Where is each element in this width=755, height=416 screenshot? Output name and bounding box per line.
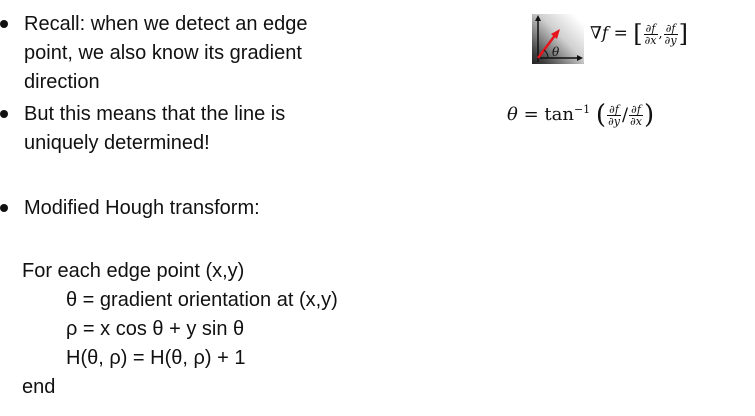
- formula-lhs: ∇f: [590, 23, 609, 44]
- bullet-modified-hough: Modified Hough transform:: [0, 194, 330, 224]
- bullet-line-determined: But this means that the line is uniquely…: [0, 100, 330, 160]
- horizontal-axis-arrowhead: [577, 55, 583, 61]
- formula-exponent: −1: [573, 103, 591, 116]
- pseudocode-end: end: [22, 376, 56, 398]
- bullet-dot: [0, 110, 8, 118]
- fraction-df-dy: ∂f ∂y: [663, 23, 678, 47]
- numerator: ∂f: [663, 23, 678, 35]
- bullet-text: Modified Hough transform:: [24, 197, 260, 219]
- division-slash: /: [621, 104, 629, 126]
- denominator: ∂y: [664, 33, 677, 47]
- numerator: ∂f: [607, 104, 621, 116]
- formula-theta-symbol: θ: [507, 104, 518, 125]
- right-paren: ): [643, 100, 655, 130]
- fraction-df-dy: ∂f ∂y: [607, 104, 621, 127]
- right-bracket: ]: [678, 20, 688, 48]
- bullet-recall: Recall: when we detect an edge point, we…: [0, 10, 330, 100]
- pseudocode-line: H(θ, ρ) = H(θ, ρ) + 1: [66, 347, 246, 369]
- denominator: ∂y: [608, 114, 620, 128]
- bullet-text: But this means that the line is uniquely…: [24, 103, 286, 154]
- gradient-formula: ∇f = [∂f ∂x, ∂f ∂y]: [590, 20, 688, 48]
- vertical-axis-arrowhead: [535, 15, 541, 21]
- formula-func: tan: [544, 104, 574, 125]
- slide: Recall: when we detect an edge point, we…: [0, 0, 755, 416]
- numerator: ∂f: [629, 104, 643, 116]
- bullet-dot: [0, 204, 8, 212]
- bullet-text: Recall: when we detect an edge point, we…: [24, 13, 308, 93]
- numerator: ∂f: [643, 23, 658, 35]
- separator: ,: [658, 26, 663, 42]
- fraction-df-dx: ∂f ∂x: [643, 23, 658, 47]
- bullet-dot: [0, 20, 8, 28]
- gradient-image: θ: [532, 14, 584, 64]
- denominator: ∂x: [630, 114, 642, 128]
- left-paren: (: [595, 100, 607, 130]
- denominator: ∂x: [644, 33, 657, 47]
- formula-equals: =: [523, 104, 539, 125]
- left-bracket: [: [633, 20, 643, 48]
- pseudocode-line: θ = gradient orientation at (x,y): [66, 289, 338, 311]
- angle-label: θ: [552, 45, 560, 59]
- theta-formula: θ = tan−1 (∂f ∂y / ∂f ∂x): [507, 100, 654, 130]
- gradient-diagram: θ: [535, 15, 583, 62]
- fraction-df-dx: ∂f ∂x: [629, 104, 643, 127]
- pseudocode-header: For each edge point (x,y): [22, 260, 245, 282]
- formula-equals: =: [613, 23, 628, 44]
- pseudocode-line: ρ = x cos θ + y sin θ: [66, 318, 245, 340]
